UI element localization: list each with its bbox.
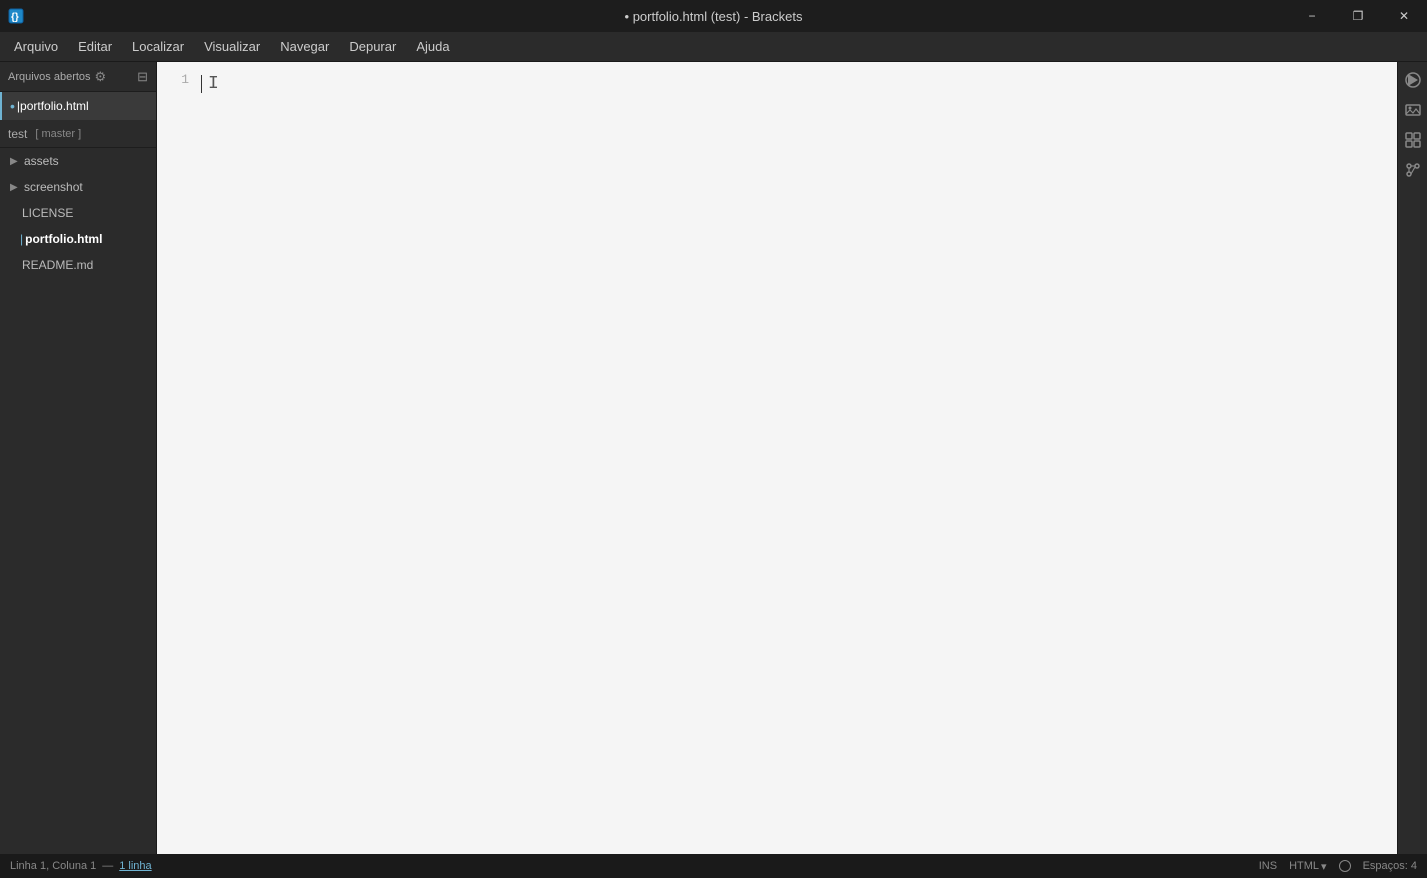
file-name: README.md (22, 258, 93, 272)
line-count-link[interactable]: 1 linha (119, 860, 151, 872)
right-panel (1397, 62, 1427, 854)
title-bar: {} • portfolio.html (test) - Brackets − … (0, 0, 1427, 32)
code-area[interactable]: I (197, 62, 1397, 854)
sidebar: Arquivos abertos ⚙ ⊟ • |portfolio.html t… (0, 62, 157, 854)
file-readme[interactable]: README.md (0, 252, 156, 278)
arrow-icon: ▶ (10, 182, 20, 193)
settings-icon[interactable]: ⚙ (95, 69, 107, 85)
status-circle (1339, 860, 1351, 872)
file-tree: ▶ assets ▶ screenshot LICENSE | portfoli… (0, 148, 156, 278)
window-controls: − ❐ ✕ (1289, 0, 1427, 32)
file-portfolio[interactable]: | portfolio.html (0, 226, 156, 252)
arrow-icon: ▶ (10, 156, 20, 167)
menu-navegar[interactable]: Navegar (270, 35, 339, 58)
language-selector[interactable]: HTML ▾ (1289, 860, 1326, 873)
extensions-button[interactable] (1399, 126, 1427, 154)
status-left: Linha 1, Coluna 1 — 1 linha (10, 860, 152, 872)
working-files-title: Arquivos abertos (8, 71, 91, 83)
close-button[interactable]: ✕ (1381, 0, 1427, 32)
spaces-setting[interactable]: Espaços: 4 (1363, 860, 1417, 872)
insert-mode: INS (1259, 860, 1277, 872)
menu-bar: ArquivoEditarLocalizarVisualizarNavegarD… (0, 32, 1427, 62)
working-files-actions: ⊟ (137, 69, 148, 85)
cursor-indicator: I (208, 70, 219, 99)
project-section: test [ master ] ▶ assets ▶ screenshot LI… (0, 120, 156, 854)
minimize-button[interactable]: − (1289, 0, 1335, 32)
file-name: portfolio.html (25, 232, 102, 246)
image-preview-button[interactable] (1399, 96, 1427, 124)
branch-label: [ master ] (35, 128, 81, 140)
menu-visualizar[interactable]: Visualizar (194, 35, 270, 58)
status-right: INS HTML ▾ Espaços: 4 (1259, 860, 1417, 873)
modified-dot: • (10, 98, 15, 114)
live-preview-button[interactable] (1399, 66, 1427, 94)
folder-name: assets (24, 154, 59, 168)
menu-depurar[interactable]: Depurar (339, 35, 406, 58)
status-separator: — (102, 860, 113, 872)
editor[interactable]: 1 I (157, 62, 1397, 854)
folder-screenshot[interactable]: ▶ screenshot (0, 174, 156, 200)
text-cursor (201, 75, 202, 93)
project-name: test (8, 127, 27, 141)
split-icon[interactable]: ⊟ (137, 69, 148, 85)
modified-dot: | (20, 232, 23, 246)
line-number: 1 (157, 70, 189, 91)
working-file-item[interactable]: • |portfolio.html (0, 92, 156, 120)
menu-editar[interactable]: Editar (68, 35, 122, 58)
language-name: HTML (1289, 860, 1319, 872)
working-files-label: Arquivos abertos ⚙ (8, 69, 106, 85)
project-header[interactable]: test [ master ] (0, 120, 156, 148)
working-file-name: |portfolio.html (17, 99, 89, 113)
main-area: Arquivos abertos ⚙ ⊟ • |portfolio.html t… (0, 62, 1427, 854)
cursor-position: Linha 1, Coluna 1 (10, 860, 96, 872)
menu-localizar[interactable]: Localizar (122, 35, 194, 58)
working-files-list: • |portfolio.html (0, 92, 156, 120)
file-license[interactable]: LICENSE (0, 200, 156, 226)
editor-content: 1 I (157, 62, 1397, 854)
line-numbers: 1 (157, 62, 197, 854)
maximize-button[interactable]: ❐ (1335, 0, 1381, 32)
menu-arquivo[interactable]: Arquivo (4, 35, 68, 58)
language-dropdown-icon: ▾ (1321, 860, 1327, 873)
working-files-header: Arquivos abertos ⚙ ⊟ (0, 62, 156, 92)
status-bar: Linha 1, Coluna 1 — 1 linha INS HTML ▾ E… (0, 854, 1427, 878)
menu-ajuda[interactable]: Ajuda (406, 35, 459, 58)
svg-text:{}: {} (11, 12, 19, 23)
app-icon: {} (8, 8, 24, 24)
git-button[interactable] (1399, 156, 1427, 184)
folder-assets[interactable]: ▶ assets (0, 148, 156, 174)
window-title: • portfolio.html (test) - Brackets (625, 9, 803, 24)
file-name: LICENSE (22, 206, 73, 220)
cursor-line: I (201, 70, 1397, 99)
folder-name: screenshot (24, 180, 83, 194)
